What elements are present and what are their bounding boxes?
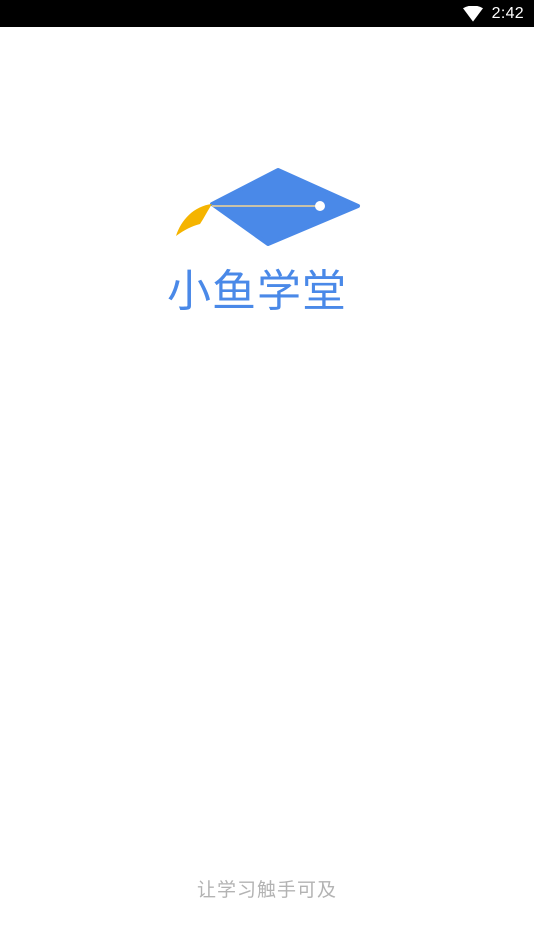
graduation-cap-icon	[176, 168, 360, 246]
cap-tassel	[176, 204, 212, 236]
status-bar: 2:42	[0, 0, 534, 27]
splash-screen: 2:42 小鱼学堂 让学习触手可及	[0, 0, 534, 949]
status-indicators: 2:42	[462, 0, 524, 27]
cap-button	[315, 201, 325, 211]
slogan-text: 让学习触手可及	[196, 879, 337, 901]
brand-name: 小鱼学堂	[167, 266, 347, 317]
app-logo	[160, 160, 374, 255]
status-clock: 2:42	[491, 5, 524, 22]
wifi-icon	[462, 5, 483, 22]
